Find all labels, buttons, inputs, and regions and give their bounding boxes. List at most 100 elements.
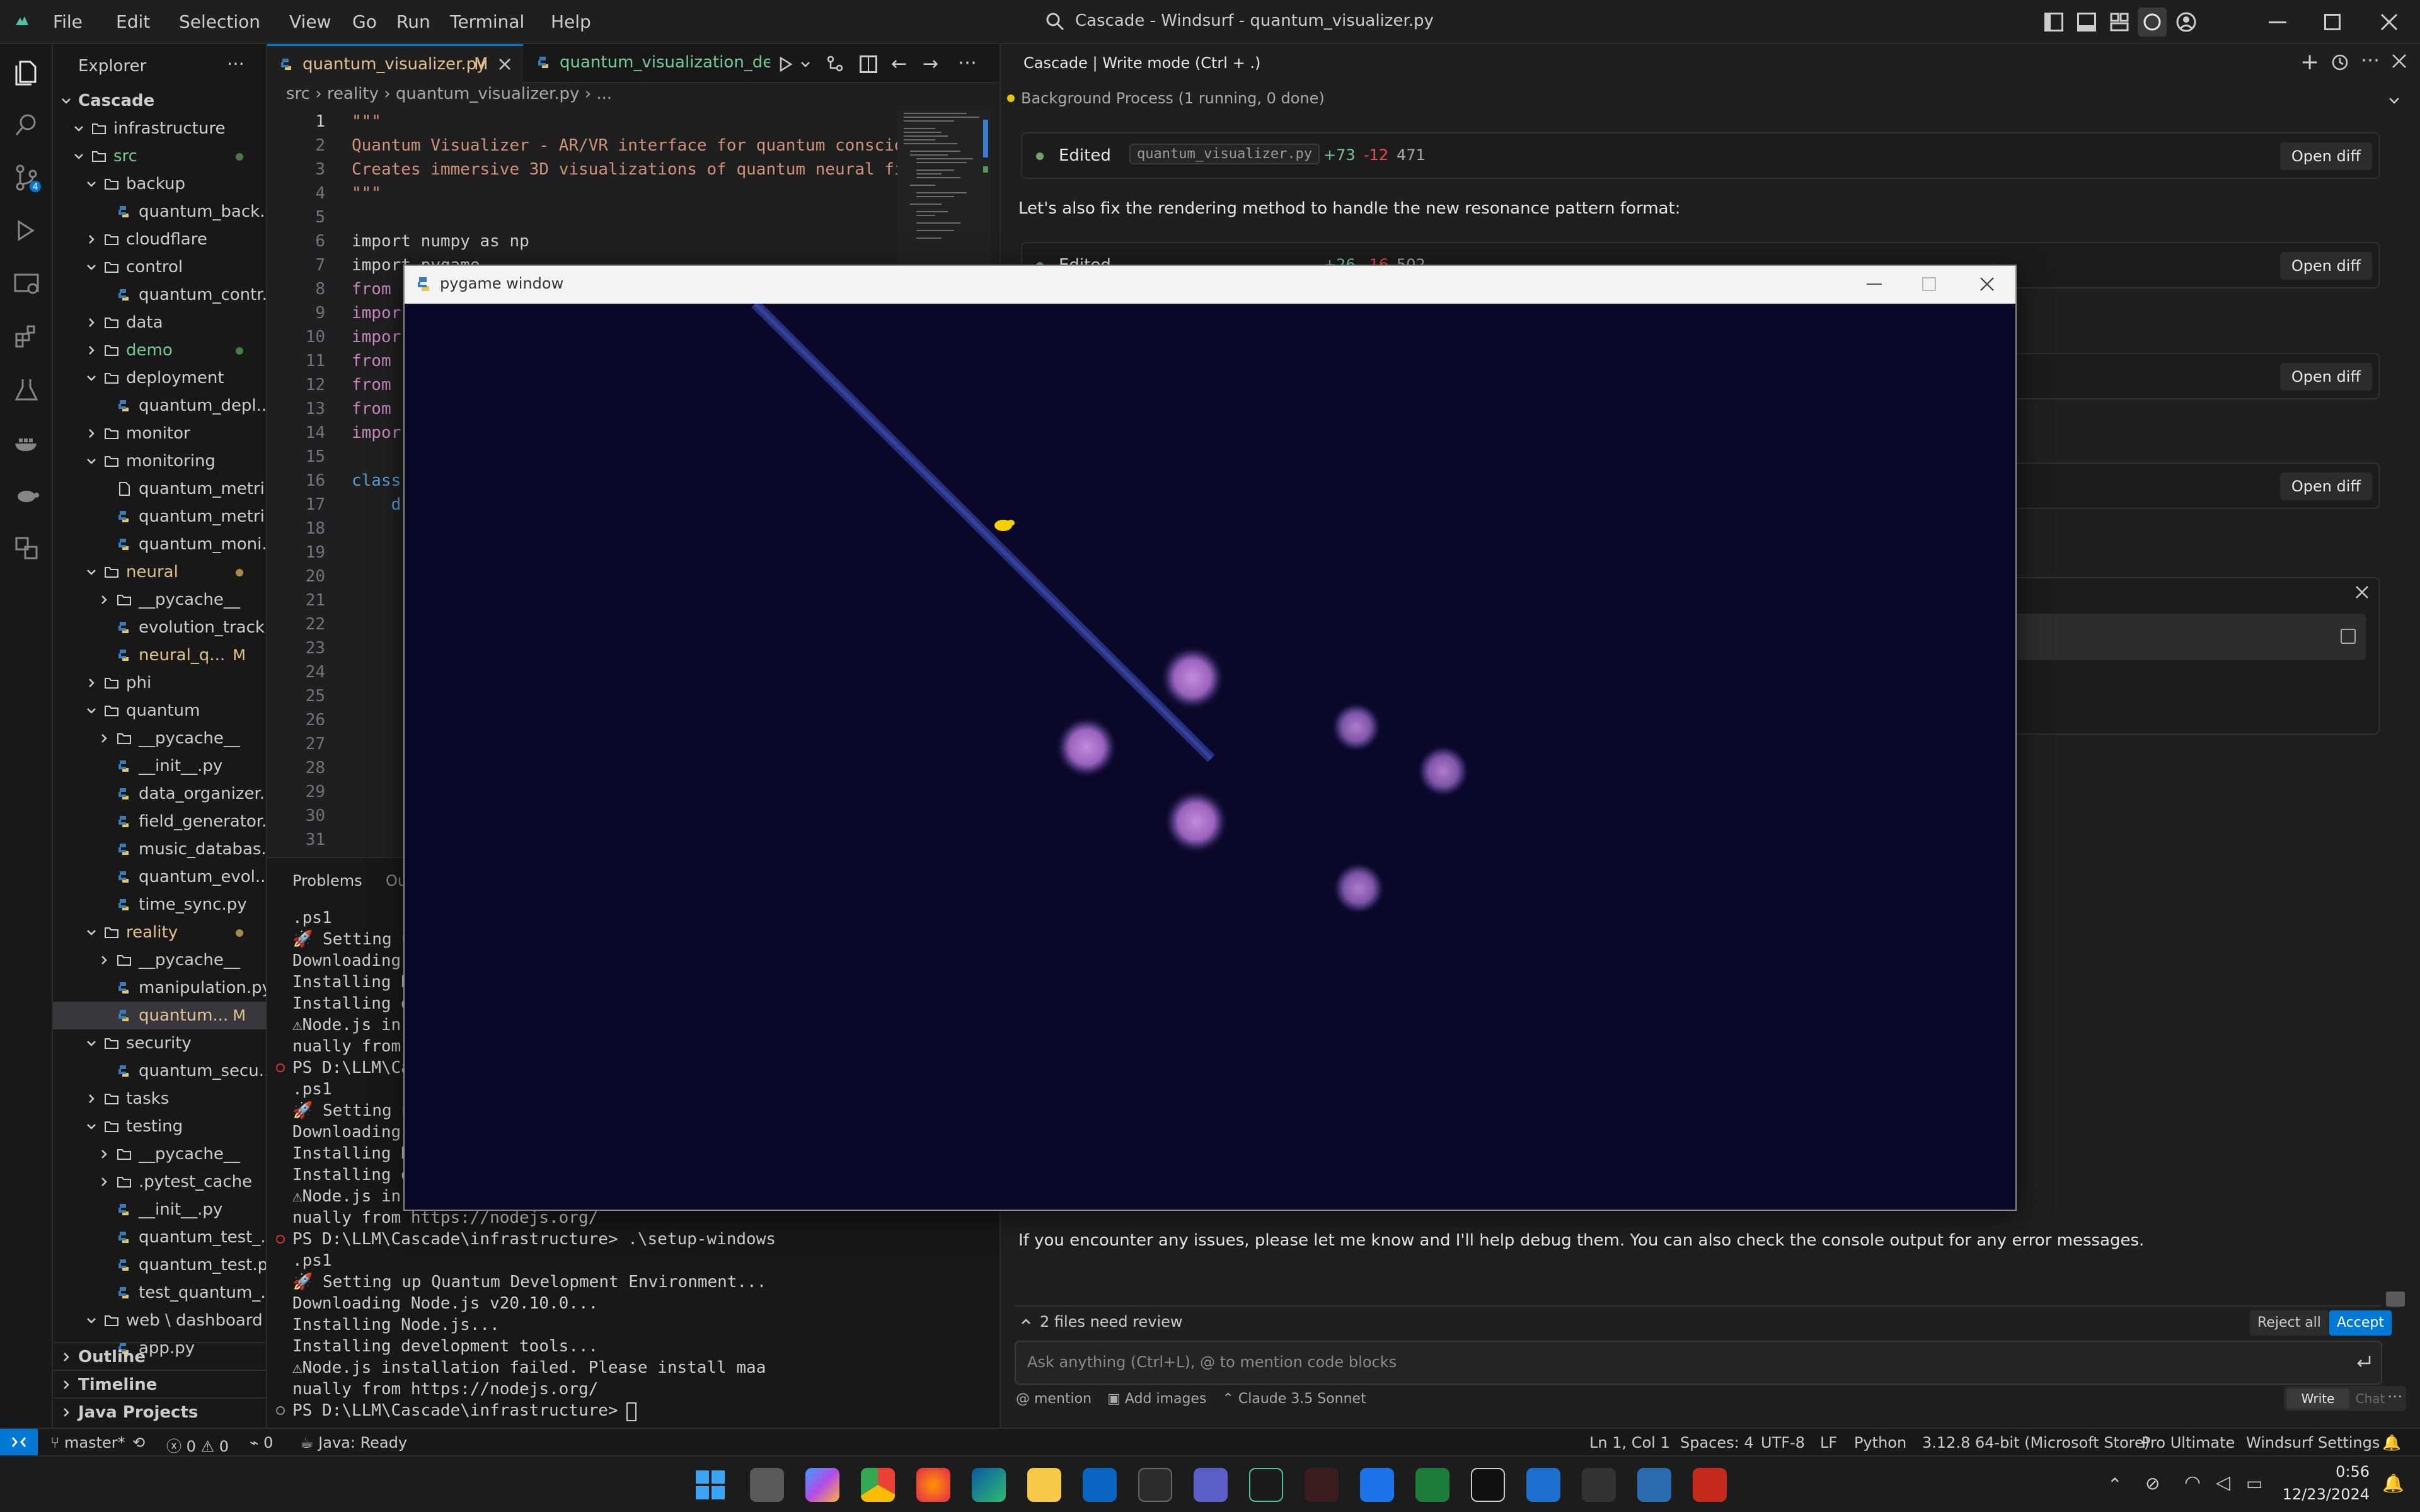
folder-item[interactable]: backup — [53, 170, 266, 198]
folder-item[interactable]: tasks — [53, 1085, 266, 1113]
remote-indicator-icon[interactable] — [0, 1429, 38, 1455]
remote-window-icon[interactable] — [11, 533, 42, 563]
file-item[interactable]: __init__.py — [53, 752, 266, 780]
menu-file[interactable]: File — [53, 11, 83, 32]
file-item[interactable]: quantum_test_... — [53, 1223, 266, 1251]
java-status[interactable]: ☕ Java: Ready — [300, 1434, 407, 1452]
folder-item[interactable]: security — [53, 1029, 266, 1057]
browser-app-icon[interactable] — [1360, 1468, 1394, 1502]
clock-time[interactable]: 0:56 — [2281, 1463, 2370, 1480]
file-item[interactable]: test_quantum_... — [53, 1279, 266, 1307]
edited-file-chip[interactable]: quantum_visualizer.py — [1129, 144, 1320, 164]
file-item[interactable]: quantum_back... — [53, 198, 266, 226]
language-mode[interactable]: Python — [1854, 1434, 1906, 1452]
open-diff-button[interactable]: Open diff — [2279, 363, 2372, 391]
breadcrumb-item[interactable]: quantum_visualizer.py — [396, 84, 580, 103]
source-control-icon[interactable]: 4 — [11, 163, 42, 193]
ports-status[interactable]: ⌁ 0 — [250, 1434, 273, 1452]
minimize-icon[interactable] — [1867, 284, 1882, 285]
notes-app-icon[interactable] — [1194, 1468, 1228, 1502]
testing-flask-icon[interactable] — [11, 374, 42, 404]
add-images-button[interactable]: Add images — [1125, 1391, 1207, 1407]
more-actions-icon[interactable]: ⋯ — [2387, 1387, 2402, 1405]
folder-item[interactable]: __pycache__ — [53, 586, 266, 614]
model-selector[interactable]: Claude 3.5 Sonnet — [1238, 1391, 1366, 1407]
clock-date[interactable]: 12/23/2024 — [2281, 1486, 2370, 1503]
folder-item[interactable]: data — [53, 309, 266, 336]
file-item[interactable]: time_sync.py — [53, 891, 266, 919]
folder-item[interactable]: __pycache__ — [53, 724, 266, 752]
python-app-icon[interactable] — [1637, 1468, 1671, 1502]
folder-item[interactable]: demo — [53, 336, 266, 364]
close-card-icon[interactable] — [2354, 585, 2370, 600]
code-line[interactable]: from — [352, 280, 391, 299]
breadcrumb-item[interactable]: reality — [327, 84, 379, 103]
open-diff-button[interactable]: Open diff — [2279, 472, 2372, 500]
code-line[interactable]: from — [352, 399, 391, 418]
cursor-app-icon[interactable] — [1471, 1468, 1505, 1502]
branch-status[interactable]: ⑂ master* — [50, 1434, 125, 1452]
toggle-sidebar-icon[interactable] — [2044, 13, 2063, 32]
more-actions-icon[interactable]: ⋯ — [2361, 49, 2380, 71]
file-item[interactable]: quantum_test.py — [53, 1251, 266, 1279]
customize-layout-icon[interactable] — [2110, 13, 2129, 32]
go-back-icon[interactable]: ← — [891, 53, 907, 75]
history-icon[interactable] — [2331, 53, 2349, 72]
cursor-position[interactable]: Ln 1, Col 1 — [1589, 1434, 1670, 1452]
folder-item[interactable]: .pytest_cache — [53, 1168, 266, 1196]
code-line[interactable]: Quantum Visualizer - AR/VR interface for… — [352, 136, 897, 155]
write-mode-button[interactable]: Write — [2286, 1389, 2349, 1409]
code-line[interactable]: import numpy as np — [352, 232, 529, 251]
folder-item[interactable]: quantum — [53, 697, 266, 724]
mention-button[interactable]: mention — [1034, 1391, 1092, 1407]
account-icon[interactable] — [2175, 11, 2197, 33]
chat-mode-button[interactable]: Chat — [2354, 1389, 2386, 1409]
minimize-icon[interactable] — [2269, 21, 2286, 23]
menu-view[interactable]: View — [289, 11, 331, 32]
pygame-window[interactable]: pygame window — [403, 265, 2017, 1211]
firefox-icon[interactable] — [916, 1468, 950, 1502]
section-java-projects[interactable]: Java Projects — [53, 1397, 266, 1425]
notifications-icon[interactable]: 🔔 — [2382, 1434, 2401, 1452]
menu-help[interactable]: Help — [551, 11, 591, 32]
file-explorer-icon[interactable] — [1027, 1468, 1061, 1502]
background-process-status[interactable]: Background Process (1 running, 0 done) — [1021, 89, 1325, 107]
menu-terminal[interactable]: Terminal — [450, 11, 524, 32]
workspace-root[interactable]: Cascade — [53, 87, 266, 115]
folder-item[interactable]: testing — [53, 1113, 266, 1140]
code-line[interactable]: d — [352, 495, 401, 514]
sync-icon[interactable]: ⟲ — [132, 1434, 145, 1452]
send-icon[interactable] — [2354, 1353, 2372, 1371]
file-item[interactable]: __init__.py — [53, 1196, 266, 1223]
wifi-icon[interactable]: ◠ — [2184, 1472, 2201, 1494]
tab-problems[interactable]: Problems — [292, 872, 362, 890]
task-view-icon[interactable] — [750, 1468, 784, 1502]
code-line[interactable]: Creates immersive 3D visualizations of q… — [352, 160, 897, 179]
breadcrumb-item[interactable]: src — [286, 84, 310, 103]
encoding[interactable]: UTF-8 — [1761, 1434, 1805, 1452]
tab-quantum-visualization-demo[interactable]: quantum_visualization_demo — [524, 44, 770, 83]
folder-item[interactable]: src — [53, 142, 266, 170]
code-line[interactable]: impor — [352, 328, 401, 346]
copilot-icon[interactable] — [805, 1468, 839, 1502]
spreadsheet-icon[interactable] — [1415, 1468, 1449, 1502]
folder-item[interactable]: phi — [53, 669, 266, 697]
app-icon[interactable] — [1693, 1468, 1727, 1502]
code-line[interactable]: impor — [352, 423, 401, 442]
code-line[interactable]: from — [352, 375, 391, 394]
tray-overflow-icon[interactable]: ⌃ — [2107, 1474, 2122, 1495]
file-item[interactable]: music_databas... — [53, 835, 266, 863]
line-ending[interactable]: LF — [1820, 1434, 1837, 1452]
extensions-icon[interactable] — [11, 321, 42, 352]
run-file-icon[interactable] — [776, 55, 794, 73]
menu-run[interactable]: Run — [396, 11, 430, 32]
menu-go[interactable]: Go — [352, 11, 377, 32]
plan-status[interactable]: Pro Ultimate — [2141, 1434, 2235, 1452]
close-window-icon[interactable] — [2380, 13, 2399, 32]
folder-item[interactable]: monitor — [53, 420, 266, 447]
accept-all-button[interactable]: Accept all — [2329, 1310, 2392, 1356]
file-item[interactable]: quantum_secu... — [53, 1057, 266, 1085]
copy-icon[interactable] — [2341, 629, 2356, 644]
file-item[interactable]: neural_q... M — [53, 641, 266, 669]
app-icon[interactable] — [1305, 1468, 1339, 1502]
